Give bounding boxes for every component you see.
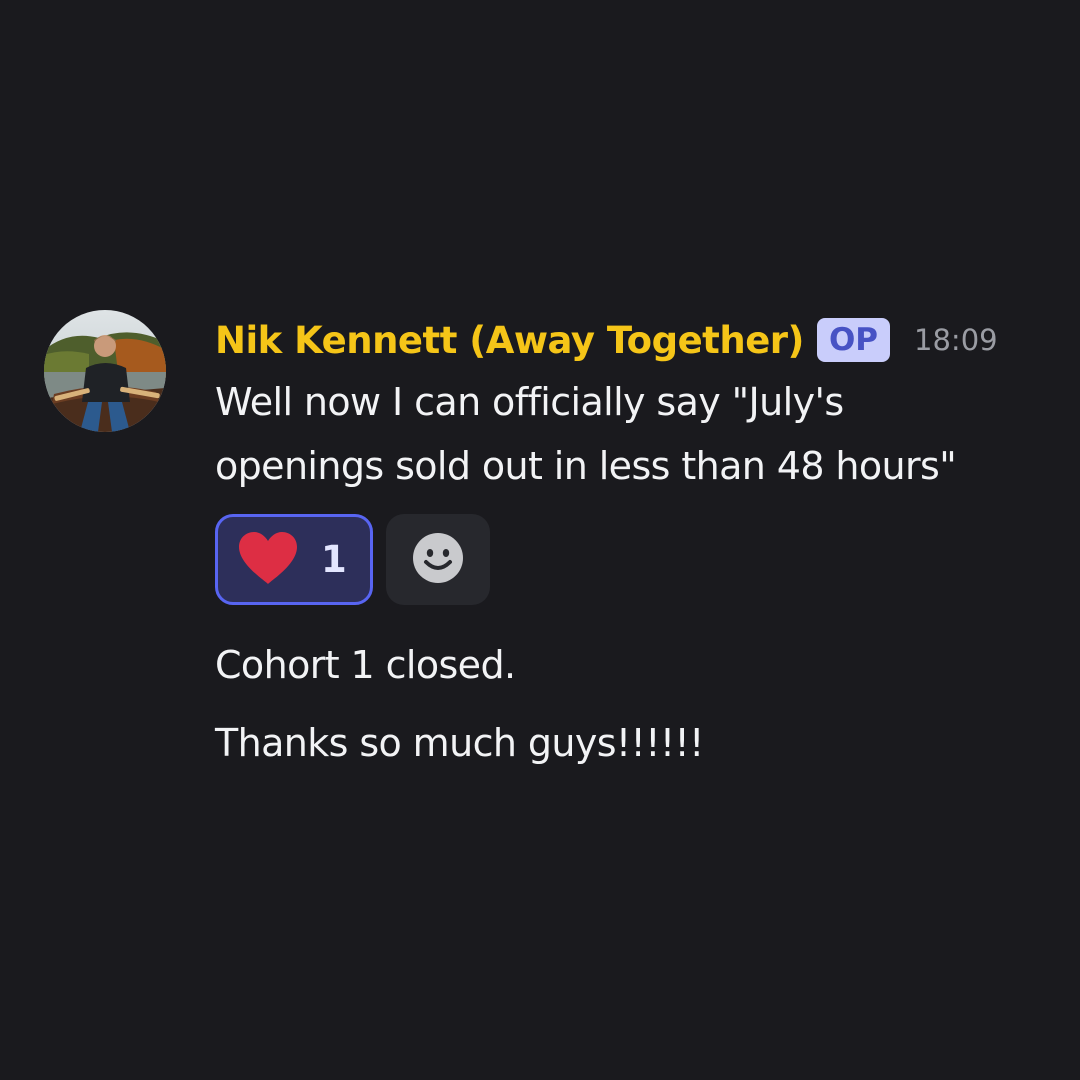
add-reaction-button[interactable] bbox=[386, 514, 490, 605]
message-text-line: Thanks so much guys!!!!!! bbox=[215, 721, 704, 765]
op-badge: OP bbox=[816, 318, 891, 362]
reaction-count: 1 bbox=[321, 538, 347, 581]
heart-emoji-icon bbox=[237, 530, 299, 590]
message-header: Nik Kennett (Away Together) OP 18:09 bbox=[215, 310, 1050, 370]
message-content: Nik Kennett (Away Together) OP 18:09 Wel… bbox=[215, 310, 1050, 775]
message-text-line: Well now I can officially say "July's bbox=[215, 380, 844, 424]
timestamp[interactable]: 18:09 bbox=[914, 323, 998, 357]
avatar-image bbox=[44, 310, 166, 432]
message-text-line: openings sold out in less than 48 hours" bbox=[215, 444, 957, 488]
heart-reaction-button[interactable]: 1 bbox=[215, 514, 373, 605]
username[interactable]: Nik Kennett (Away Together) bbox=[215, 319, 804, 362]
avatar[interactable] bbox=[44, 310, 166, 432]
smiley-icon bbox=[412, 532, 464, 588]
reactions-bar: 1 bbox=[215, 514, 1050, 605]
message-text-line: Cohort 1 closed. bbox=[215, 643, 516, 687]
